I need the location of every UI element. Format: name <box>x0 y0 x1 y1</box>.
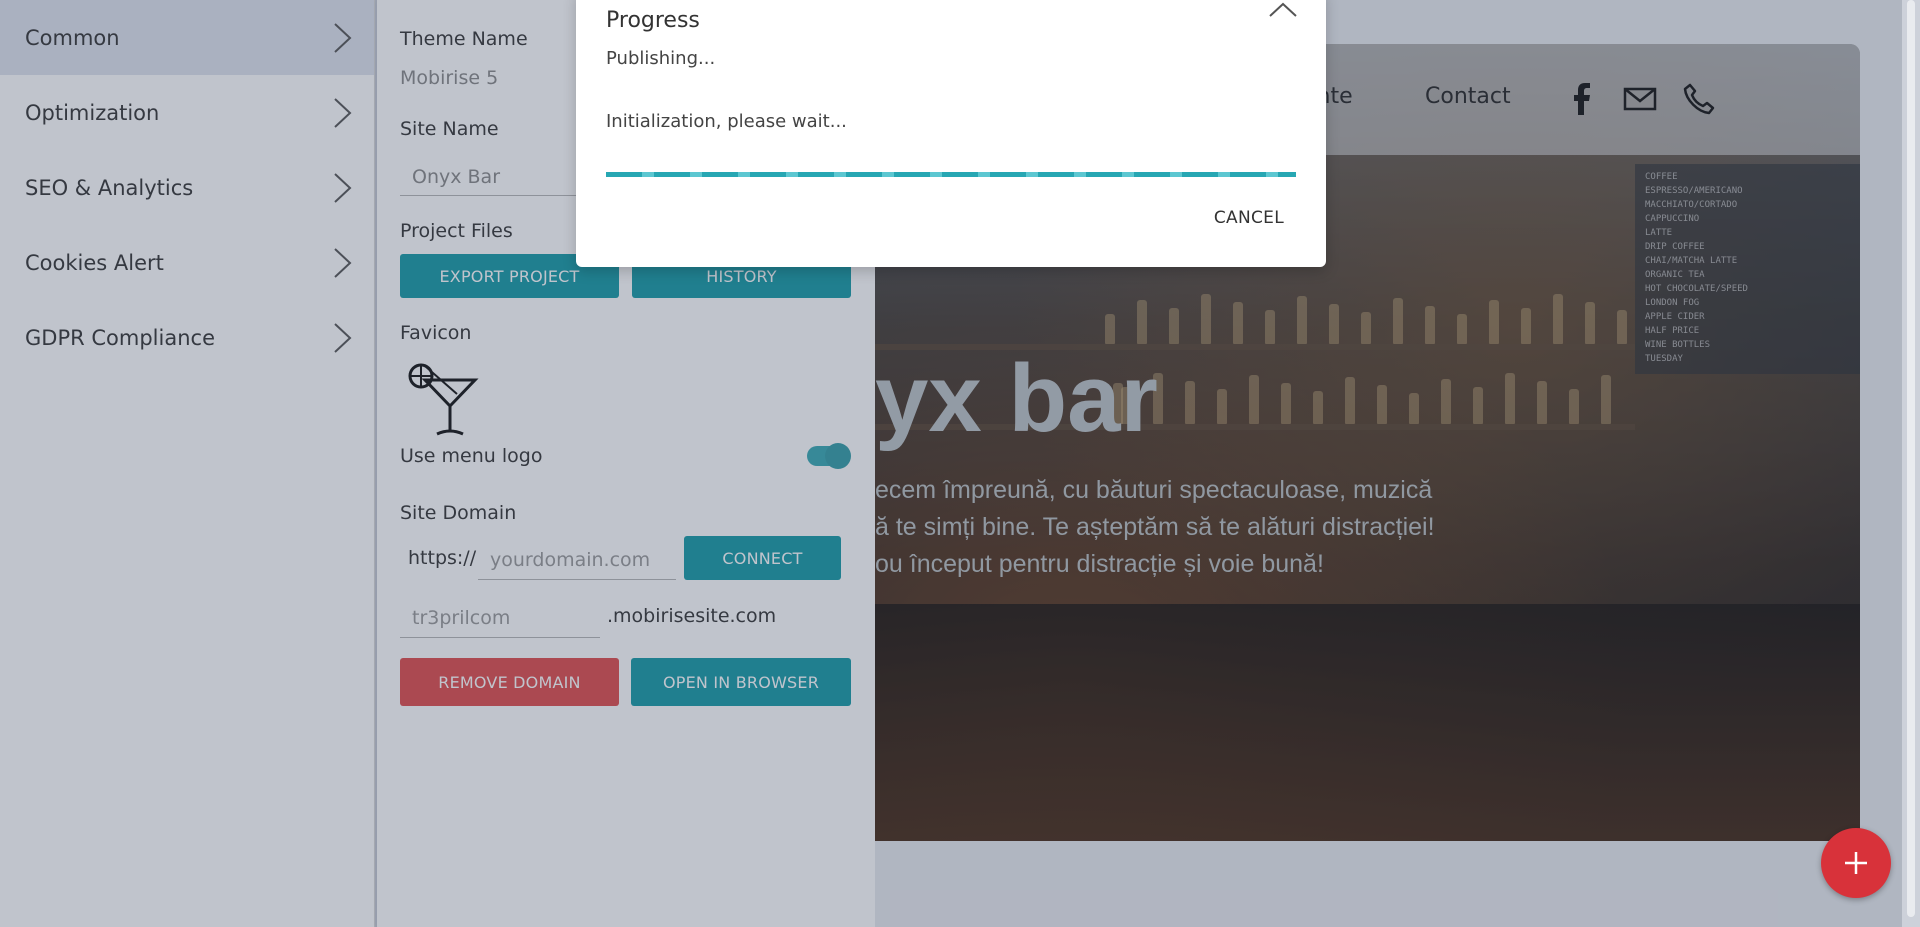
progress-fill <box>606 172 1296 177</box>
scrollbar-thumb[interactable] <box>1907 0 1915 917</box>
progress-dialog: Progress Publishing... Initialization, p… <box>576 0 1326 267</box>
page-scrollbar[interactable] <box>1902 0 1920 927</box>
progress-bar <box>606 172 1296 177</box>
dialog-status: Publishing... <box>606 48 716 69</box>
add-block-button[interactable] <box>1821 828 1891 898</box>
cancel-button[interactable]: CANCEL <box>1214 208 1284 228</box>
dialog-title: Progress <box>606 8 700 33</box>
chevron-up-icon[interactable] <box>1268 2 1298 18</box>
dialog-message: Initialization, please wait... <box>606 111 847 132</box>
plus-icon <box>1845 852 1867 874</box>
